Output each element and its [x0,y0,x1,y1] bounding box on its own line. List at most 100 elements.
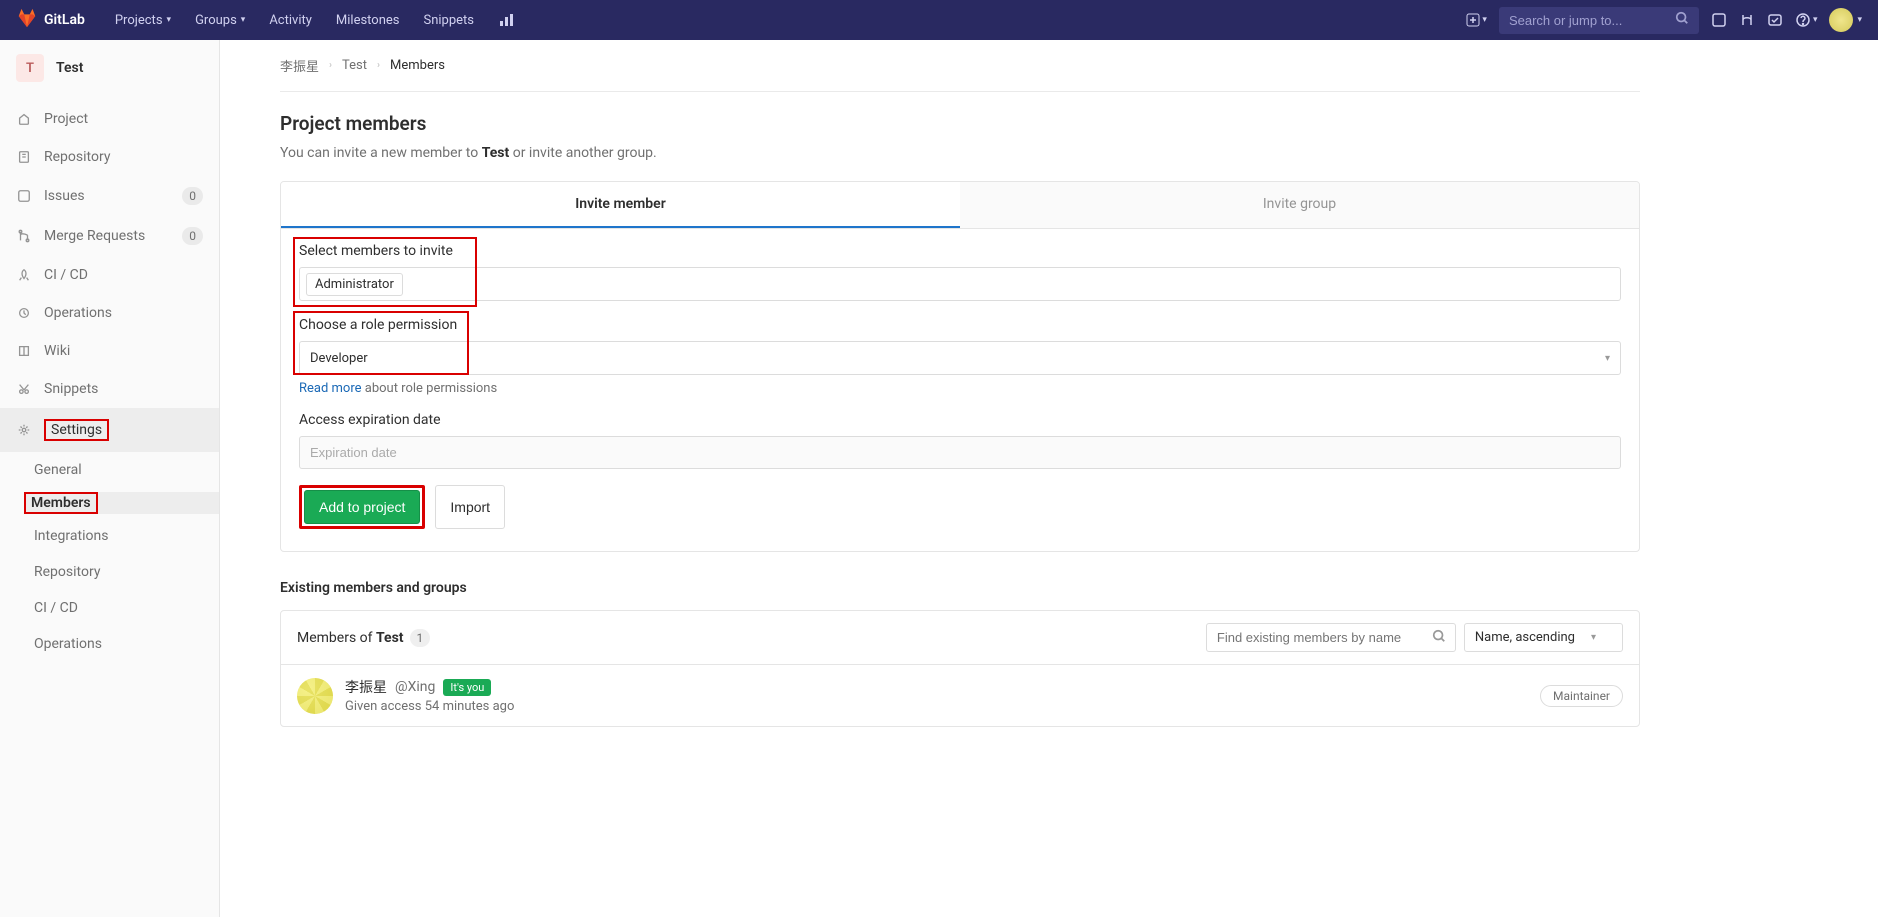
nav-milestones[interactable]: Milestones [326,7,410,34]
main-content: 李振星 › Test › Members Project members You… [220,40,1700,917]
page-title: Project members [280,112,1640,135]
chevron-down-icon: ▾ [167,15,172,25]
sidebar-sub-cicd[interactable]: CI / CD [0,590,219,626]
user-menu[interactable]: ▾ [1829,8,1862,32]
nav-projects[interactable]: Projects▾ [105,7,181,34]
sidebar-item-cicd[interactable]: CI / CD [0,256,219,294]
gitlab-icon [16,7,38,33]
sidebar-sub-general[interactable]: General [0,452,219,488]
highlight-box: Members [24,492,98,514]
merge-icon [16,228,32,244]
member-role: Maintainer [1540,688,1623,704]
role-value: Developer [310,351,368,366]
sidebar-item-repository[interactable]: Repository [0,138,219,176]
ops-icon [16,305,32,321]
breadcrumb-project[interactable]: Test [342,58,367,73]
project-avatar: T [16,54,44,82]
nav-primary: Projects▾ Groups▾ Activity Milestones Sn… [105,6,524,34]
sidebar-item-issues[interactable]: Issues0 [0,176,219,216]
member-meta: Given access 54 minutes ago [345,699,514,714]
sidebar-item-merge-requests[interactable]: Merge Requests0 [0,216,219,256]
issues-icon[interactable] [1711,12,1727,28]
sidebar-item-operations[interactable]: Operations [0,294,219,332]
add-to-project-button[interactable]: Add to project [304,490,420,524]
count-badge: 0 [182,187,203,205]
invite-tabs: Invite member Invite group [280,181,1640,229]
tab-invite-member[interactable]: Invite member [281,182,960,228]
repo-icon [16,149,32,165]
sort-dropdown[interactable]: Name, ascending ▾ [1464,623,1623,652]
plus-dropdown[interactable]: ▾ [1466,13,1487,27]
role-permission-field: Choose a role permission Developer ▾ Rea… [299,317,1621,396]
nav-groups[interactable]: Groups▾ [185,7,255,34]
select-members-field: Select members to invite Administrator [299,243,1621,301]
home-icon [16,111,32,127]
highlight-box: Settings [44,419,109,441]
sidebar-sub-operations[interactable]: Operations [0,626,219,662]
nav-right: ▾ ▾ ▾ [1466,7,1862,34]
chevron-down-icon: ▾ [1591,632,1596,643]
members-of-label: Members of Test [297,630,404,646]
member-handle: @Xing [395,679,435,695]
find-members-input[interactable] [1206,623,1456,652]
search-input[interactable] [1499,7,1699,34]
help-icon[interactable]: ▾ [1795,12,1818,28]
expiration-field: Access expiration date [299,412,1621,469]
sidebar-sub-integrations[interactable]: Integrations [0,518,219,554]
page-subtitle: You can invite a new member to Test or i… [280,145,1640,161]
search-icon [1432,629,1446,647]
role-help: Read more about role permissions [299,381,1621,396]
role-select[interactable]: Developer ▾ [299,341,1621,375]
nav-snippets[interactable]: Snippets [414,7,485,34]
highlight-box: Add to project [299,485,425,529]
nav-analytics-icon[interactable] [488,6,524,34]
brand-text: GitLab [44,12,85,28]
member-row: 李振星 @Xing It's you Given access 54 minut… [281,665,1639,726]
expiration-label: Access expiration date [299,412,1621,428]
role-label: Choose a role permission [299,317,1621,333]
select-members-input[interactable]: Administrator [299,267,1621,301]
tab-invite-group[interactable]: Invite group [960,182,1639,228]
sidebar-sub-members[interactable]: Members [24,492,219,514]
breadcrumb-root[interactable]: 李振星 [280,56,319,75]
member-chip[interactable]: Administrator [306,273,403,296]
chevron-right-icon: › [377,60,380,71]
book-icon [16,343,32,359]
sidebar-sub-repository[interactable]: Repository [0,554,219,590]
sidebar-sub-settings: General Members Integrations Repository … [0,452,219,662]
scissors-icon [16,381,32,397]
chevron-right-icon: › [329,60,332,71]
top-nav: GitLab Projects▾ Groups▾ Activity Milest… [0,0,1878,40]
issues-icon [16,188,32,204]
sidebar-item-snippets[interactable]: Snippets [0,370,219,408]
gitlab-logo[interactable]: GitLab [16,7,85,33]
project-name: Test [56,60,83,76]
project-header[interactable]: T Test [0,40,219,96]
breadcrumb: 李振星 › Test › Members [280,40,1640,92]
select-members-label: Select members to invite [299,243,1621,259]
members-count-badge: 1 [410,629,431,647]
existing-section-title: Existing members and groups [280,580,1640,596]
avatar-icon [1829,8,1853,32]
merge-requests-icon[interactable] [1739,12,1755,28]
todos-icon[interactable] [1767,12,1783,28]
member-avatar-icon [297,678,333,714]
sidebar-item-settings[interactable]: Settings [0,408,219,452]
read-more-link[interactable]: Read more [299,381,362,396]
count-badge: 0 [182,227,203,245]
rocket-icon [16,267,32,283]
members-panel: Members of Test 1 Name, ascending ▾ [280,610,1640,727]
its-you-badge: It's you [443,679,491,696]
form-buttons: Add to project Import [299,485,1621,529]
sidebar-item-wiki[interactable]: Wiki [0,332,219,370]
breadcrumb-current: Members [390,58,445,73]
member-name[interactable]: 李振星 [345,677,387,697]
nav-activity[interactable]: Activity [259,7,322,34]
sidebar: T Test Project Repository Issues0 Merge … [0,40,220,917]
chevron-down-icon: ▾ [241,15,246,25]
sidebar-item-project[interactable]: Project [0,100,219,138]
members-head: Members of Test 1 Name, ascending ▾ [281,611,1639,665]
import-button[interactable]: Import [435,485,505,529]
expiration-input[interactable] [299,436,1621,469]
invite-form: Select members to invite Administrator C… [280,229,1640,552]
